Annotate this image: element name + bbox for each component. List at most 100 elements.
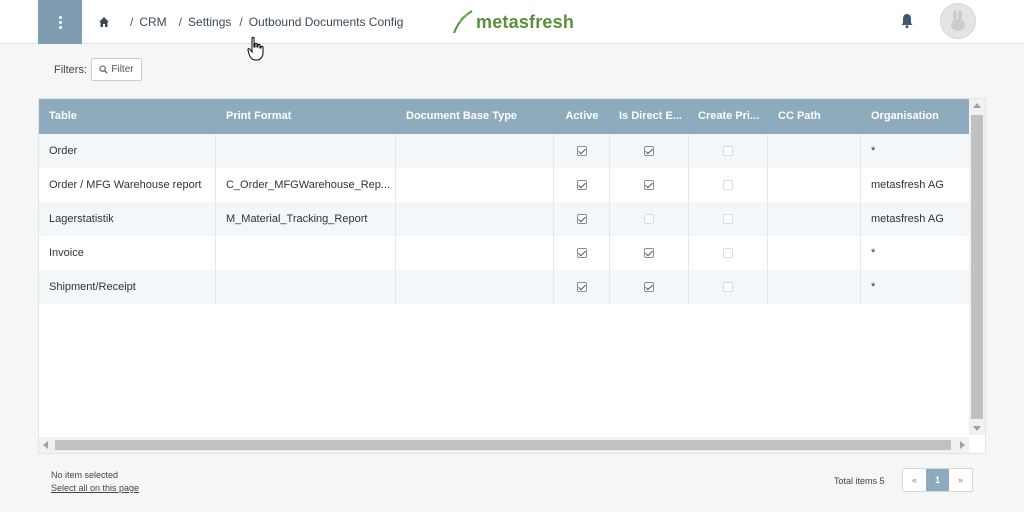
cell-table[interactable]: Order [39, 134, 216, 168]
column-header-is-direct[interactable]: Is Direct E... [610, 99, 689, 134]
cell-active[interactable] [554, 236, 610, 270]
checkbox-checked-icon [576, 282, 587, 292]
cell-print-format[interactable]: M_Material_Tracking_Report [216, 202, 396, 236]
checkbox-checked-icon [644, 146, 654, 156]
cell-print-format[interactable]: C_Order_MFGWarehouse_Rep... [216, 168, 396, 202]
search-icon [99, 65, 108, 74]
checkbox-unchecked-icon [723, 180, 733, 190]
checkbox-unchecked-icon [723, 146, 733, 156]
cell-cc-path[interactable] [768, 134, 861, 168]
checkbox-checked-icon [644, 180, 654, 190]
breadcrumb-settings[interactable]: Settings [188, 15, 231, 29]
cell-is-direct[interactable] [610, 236, 689, 270]
home-icon[interactable] [98, 16, 110, 28]
rabbit-avatar-icon [951, 10, 965, 31]
pagination-next[interactable]: » [949, 469, 972, 491]
breadcrumb-separator: / [130, 15, 134, 29]
scroll-left-arrow-icon[interactable] [43, 441, 48, 449]
total-items: Total items 5 [834, 476, 885, 486]
breadcrumb-separator: / [178, 15, 183, 29]
checkbox-unchecked-icon [723, 282, 733, 292]
vertical-scrollbar[interactable] [969, 99, 985, 435]
table-row[interactable]: Invoice * [39, 236, 969, 270]
vertical-scroll-thumb[interactable] [971, 115, 983, 419]
cell-create-print[interactable] [689, 168, 768, 202]
kebab-menu-icon [58, 15, 62, 29]
cell-create-print[interactable] [689, 236, 768, 270]
cell-document-base-type[interactable] [396, 168, 554, 202]
breadcrumb-crm[interactable]: CRM [139, 15, 166, 29]
cell-active[interactable] [554, 202, 610, 236]
table-row[interactable]: Order / MFG Warehouse report C_Order_MFGW… [39, 168, 969, 202]
cell-document-base-type[interactable] [396, 236, 554, 270]
column-header-table[interactable]: Table [39, 99, 216, 134]
cell-table[interactable]: Lagerstatistik [39, 202, 216, 236]
filter-button-label: Filter [111, 64, 134, 75]
cell-create-print[interactable] [689, 270, 768, 304]
cell-print-format[interactable] [216, 134, 396, 168]
filter-button[interactable]: Filter [91, 58, 142, 81]
pagination-page-1[interactable]: 1 [926, 469, 949, 491]
cell-is-direct[interactable] [610, 168, 689, 202]
cell-active[interactable] [554, 168, 610, 202]
checkbox-unchecked-icon [723, 214, 733, 224]
cell-print-format[interactable] [216, 236, 396, 270]
column-header-document-base-type[interactable]: Document Base Type [396, 99, 554, 134]
cell-table[interactable]: Order / MFG Warehouse report [39, 168, 216, 202]
checkbox-checked-icon [576, 180, 587, 190]
cell-active[interactable] [554, 270, 610, 304]
pagination-prev[interactable]: « [903, 469, 926, 491]
cell-is-direct[interactable] [610, 134, 689, 168]
column-header-create-print[interactable]: Create Pri... [689, 99, 768, 134]
cell-organisation[interactable]: metasfresh AG [861, 202, 969, 236]
scroll-up-arrow-icon[interactable] [973, 103, 981, 108]
cell-document-base-type[interactable] [396, 202, 554, 236]
checkbox-checked-icon [576, 214, 587, 224]
selection-status: No item selected [51, 470, 119, 480]
checkbox-checked-icon [644, 282, 654, 292]
cell-cc-path[interactable] [768, 236, 861, 270]
hand-cursor-icon [247, 36, 264, 61]
cell-is-direct[interactable] [610, 270, 689, 304]
cell-table[interactable]: Shipment/Receipt [39, 270, 216, 304]
cell-document-base-type[interactable] [396, 270, 554, 304]
bell-icon[interactable] [900, 13, 914, 29]
cell-organisation[interactable]: metasfresh AG [861, 168, 969, 202]
checkbox-checked-icon [644, 248, 654, 258]
breadcrumb-outbound-documents-config[interactable]: Outbound Documents Config [249, 15, 404, 29]
checkbox-checked-icon [576, 146, 587, 156]
cell-print-format[interactable] [216, 270, 396, 304]
pagination: « 1 » [902, 468, 973, 492]
cell-cc-path[interactable] [768, 270, 861, 304]
cell-organisation[interactable]: * [861, 236, 969, 270]
cell-cc-path[interactable] [768, 168, 861, 202]
cell-create-print[interactable] [689, 134, 768, 168]
table-row[interactable]: Lagerstatistik M_Material_Tracking_Report… [39, 202, 969, 236]
documents-table: Table Print Format Document Base Type Ac… [38, 98, 986, 454]
table-row[interactable]: Order * [39, 134, 969, 168]
horizontal-scrollbar[interactable] [39, 437, 969, 453]
metasfresh-logo[interactable]: metasfresh [452, 8, 574, 36]
cell-document-base-type[interactable] [396, 134, 554, 168]
table-row[interactable]: Shipment/Receipt * [39, 270, 969, 304]
cell-cc-path[interactable] [768, 202, 861, 236]
column-header-organisation[interactable]: Organisation [861, 99, 969, 134]
select-all-link[interactable]: Select all on this page [51, 483, 139, 493]
column-header-active[interactable]: Active [554, 99, 610, 134]
scroll-right-arrow-icon[interactable] [960, 441, 965, 449]
cell-organisation[interactable]: * [861, 134, 969, 168]
cell-organisation[interactable]: * [861, 270, 969, 304]
checkbox-unchecked-icon [644, 214, 654, 224]
logo-text: metasfresh [476, 11, 575, 32]
horizontal-scroll-thumb[interactable] [55, 440, 951, 450]
main-menu-button[interactable] [38, 0, 82, 44]
cell-table[interactable]: Invoice [39, 236, 216, 270]
cell-create-print[interactable] [689, 202, 768, 236]
scroll-down-arrow-icon[interactable] [973, 426, 981, 431]
table-body: Order * Order / MFG Warehouse report C_Orde… [39, 134, 969, 304]
column-header-cc-path[interactable]: CC Path [768, 99, 861, 134]
cell-is-direct[interactable] [610, 202, 689, 236]
cell-active[interactable] [554, 134, 610, 168]
avatar[interactable] [940, 3, 976, 39]
column-header-print-format[interactable]: Print Format [216, 99, 396, 134]
